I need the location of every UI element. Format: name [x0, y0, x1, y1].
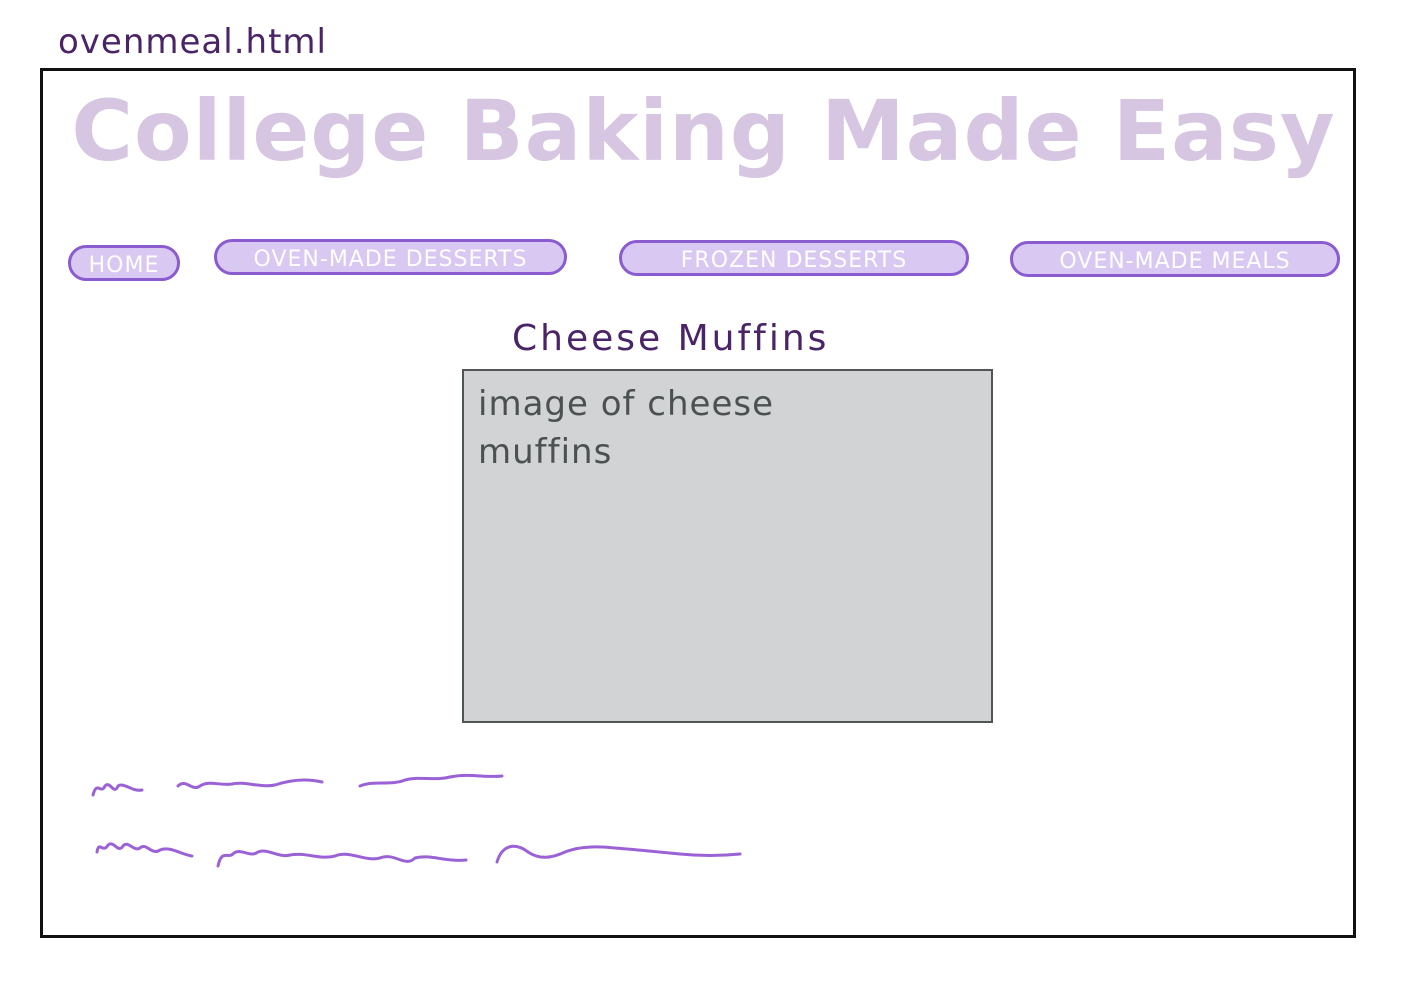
nav-frozen-desserts-button[interactable]: FROZEN DESSERTS [619, 240, 969, 276]
recipe-title: Cheese Muffins [512, 318, 830, 359]
site-title: College Baking Made Easy [71, 82, 1336, 180]
nav-home-button[interactable]: HOME [68, 245, 180, 281]
file-name-label: ovenmeal.html [58, 22, 327, 62]
nav-oven-meals-button[interactable]: OVEN-MADE MEALS [1010, 241, 1340, 277]
image-placeholder-text: image of cheese muffins [478, 384, 774, 472]
nav-oven-desserts-button[interactable]: OVEN-MADE DESSERTS [214, 239, 567, 275]
